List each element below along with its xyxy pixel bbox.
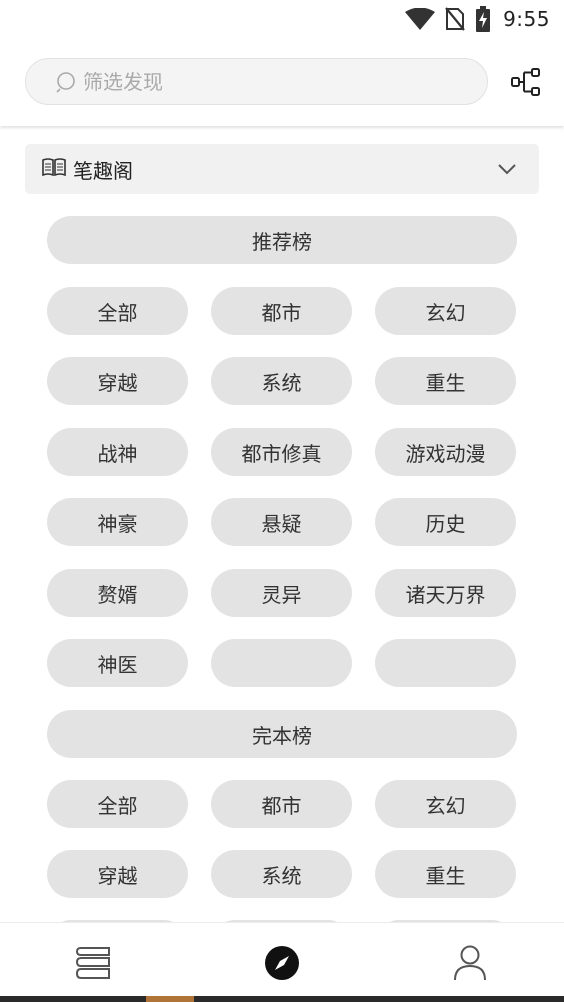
tag-pill[interactable]: 都市修真 bbox=[211, 428, 352, 476]
tag-pill[interactable]: 重生 bbox=[375, 357, 516, 405]
status-bar: 9:55 bbox=[0, 0, 564, 38]
tag-pill[interactable]: 系统 bbox=[211, 357, 352, 405]
section-header-recommend[interactable]: 推荐榜 bbox=[47, 216, 517, 264]
tag-pill[interactable]: 历史 bbox=[375, 498, 516, 546]
nav-bookshelf[interactable] bbox=[74, 943, 114, 983]
system-nav-bar bbox=[0, 996, 564, 1002]
section-header-completed[interactable]: 完本榜 bbox=[47, 710, 517, 758]
tag-pill[interactable]: 诸天万界 bbox=[375, 569, 516, 617]
tag-pill[interactable]: 玄幻 bbox=[375, 780, 516, 828]
book-open-icon bbox=[41, 157, 67, 181]
tag-pill[interactable]: 都市 bbox=[211, 780, 352, 828]
wifi-icon bbox=[405, 8, 436, 30]
nav-profile[interactable] bbox=[450, 943, 490, 983]
system-nav-accent bbox=[146, 996, 194, 1002]
discover-content: 笔趣阁 推荐榜 全部 都市 玄幻 穿越 系统 重生 战神 都市修真 游戏动漫 神… bbox=[0, 126, 564, 922]
tag-pill[interactable]: 穿越 bbox=[47, 850, 188, 898]
source-label: 笔趣阁 bbox=[73, 158, 133, 183]
search-box[interactable] bbox=[25, 58, 488, 105]
tag-pill[interactable]: 灵异 bbox=[211, 569, 352, 617]
tag-pill[interactable]: 玄幻 bbox=[375, 287, 516, 335]
tag-pill-empty bbox=[211, 639, 352, 687]
tag-pill[interactable]: 战神 bbox=[47, 428, 188, 476]
profile-icon bbox=[454, 945, 486, 981]
status-time: 9:55 bbox=[503, 7, 550, 31]
tag-pill-empty bbox=[375, 639, 516, 687]
tag-pill[interactable]: 全部 bbox=[47, 287, 188, 335]
no-sim-icon bbox=[445, 7, 465, 31]
source-select[interactable]: 笔趣阁 bbox=[25, 144, 539, 194]
tag-pill[interactable]: 重生 bbox=[375, 850, 516, 898]
tag-pill[interactable]: 赘婿 bbox=[47, 569, 188, 617]
tag-pill[interactable]: 全部 bbox=[47, 780, 188, 828]
bookshelf-icon bbox=[75, 947, 110, 979]
header bbox=[0, 38, 564, 126]
tag-pill[interactable]: 游戏动漫 bbox=[375, 428, 516, 476]
filter-tree-button[interactable] bbox=[510, 66, 542, 98]
bottom-nav bbox=[0, 922, 564, 996]
tag-pill[interactable]: 系统 bbox=[211, 850, 352, 898]
tag-pill[interactable]: 悬疑 bbox=[211, 498, 352, 546]
tag-pill[interactable]: 穿越 bbox=[47, 357, 188, 405]
tag-pill[interactable]: 神医 bbox=[47, 639, 188, 687]
nav-discover[interactable] bbox=[262, 943, 302, 983]
app-screen: 9:55 筛选发现 笔趣阁 推荐榜 全部 都市 玄幻 穿越 系统 重生 战神 都… bbox=[0, 0, 564, 1002]
search-icon bbox=[56, 71, 78, 97]
tag-pill[interactable]: 都市 bbox=[211, 287, 352, 335]
tag-pill[interactable]: 神豪 bbox=[47, 498, 188, 546]
compass-icon bbox=[265, 946, 299, 980]
chevron-down-icon bbox=[497, 161, 517, 180]
filter-tree-icon bbox=[511, 68, 540, 96]
search-input[interactable] bbox=[83, 69, 463, 94]
battery-charging-icon bbox=[475, 6, 491, 32]
